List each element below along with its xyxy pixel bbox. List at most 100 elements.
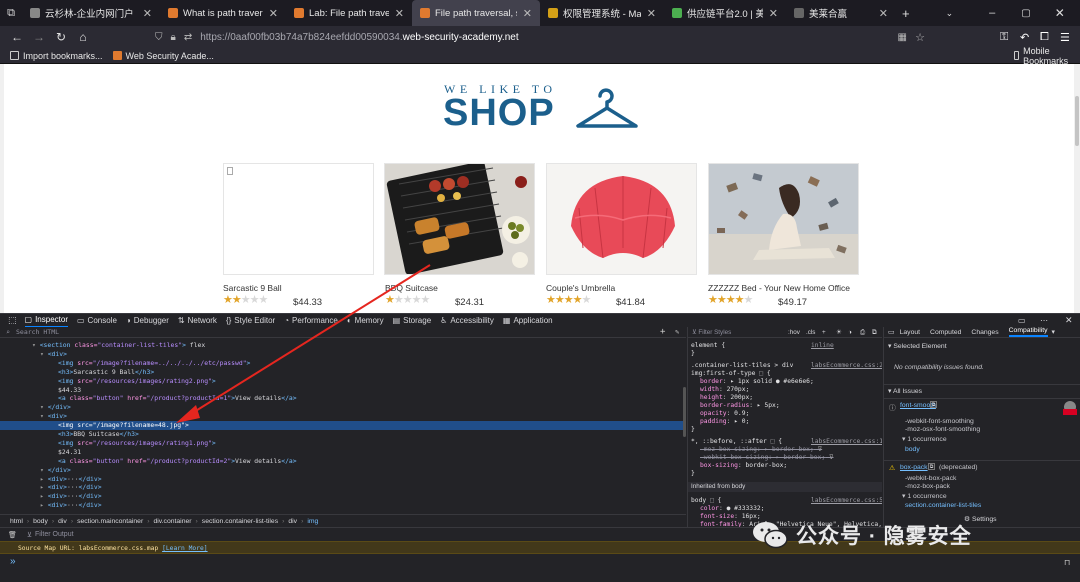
css-declaration[interactable]: width: 270px; [700, 386, 749, 394]
hov-toggle[interactable]: :hov [788, 327, 800, 338]
devtools-tab-application[interactable]: ▦ Application [503, 316, 553, 325]
add-rule-icon[interactable]: + [822, 327, 826, 338]
learn-more-link[interactable]: [Learn More] [162, 545, 208, 552]
expand-toggle-icon[interactable]: ▸ [40, 501, 48, 509]
layout-panel-icon[interactable]: ▭ [888, 328, 895, 336]
css-selector[interactable]: *, ::before, ::after ⬚ {labsEcommerce.cs… [691, 438, 882, 446]
light-mode-icon[interactable]: ☀ [836, 327, 842, 338]
markup-node[interactable]: ▸ <div>···</div> [0, 492, 686, 501]
markup-node[interactable]: $44.33 [0, 386, 686, 395]
filter-rule-icon[interactable]: ⊽ [825, 454, 834, 461]
product-name[interactable]: Sarcastic 9 Ball [223, 283, 282, 293]
css-property[interactable]: opacity [700, 410, 727, 417]
devtools-tab-inspector[interactable]: ▢ Inspector [24, 314, 68, 328]
markup-node[interactable]: <h3>Sarcastic 9 Ball</h3> [0, 368, 686, 377]
mobile-bookmarks[interactable]: Mobile Bookmarks [1014, 46, 1080, 66]
lock-icon[interactable]: 🔒︎ [171, 32, 176, 43]
css-value[interactable]: ▸ 5px; [757, 402, 780, 409]
markup-node[interactable]: <img src="/resources/images/rating1.png"… [0, 439, 686, 448]
expand-toggle-icon[interactable]: ▾ [32, 341, 40, 349]
devtools-tab-console[interactable]: ▭ Console [77, 316, 117, 325]
devtools-tab-style-editor[interactable]: {} Style Editor [226, 316, 275, 325]
close-tab-icon[interactable]: ✕ [763, 7, 778, 20]
css-property[interactable]: padding [700, 418, 727, 425]
markup-node[interactable]: <a class="button" href="/product?product… [0, 394, 686, 403]
markup-node[interactable]: ▾ <section class="container-list-tiles">… [0, 341, 686, 350]
browser-tab[interactable]: 供应链平台2.0 | 美莱网✕ [664, 0, 786, 26]
tab-compatibility[interactable]: Compatibility [1008, 327, 1048, 337]
css-property[interactable]: height [700, 394, 723, 401]
css-source-link[interactable]: inline [811, 342, 834, 350]
css-property[interactable]: font-size [700, 513, 734, 520]
css-declaration-overridden[interactable]: -moz-box-sizing: ▸ border-box; ⊽ [700, 446, 822, 454]
occurrence-toggle[interactable]: ▾ 1 occurrence [902, 492, 947, 500]
devtools-tab-memory[interactable]: ◐ Memory [347, 316, 384, 325]
css-value[interactable]: 0.9; [734, 410, 749, 417]
console-editor-icon[interactable]: ⊓ [1064, 558, 1070, 567]
list-tabs-icon[interactable]: ⌄ [946, 8, 954, 19]
home-icon[interactable]: ⌂ [72, 30, 94, 44]
css-value[interactable]: border-box; [746, 462, 788, 469]
back-arrow-icon[interactable]: ← [6, 30, 28, 44]
product-name[interactable]: BBQ Suitcase [385, 283, 438, 293]
css-declaration-overridden[interactable]: -webkit-box-sizing: ▸ border-box; ⊽ [700, 454, 834, 462]
browser-tab[interactable]: File path traversal, simple ca✕ [412, 0, 540, 26]
expand-toggle-icon[interactable]: ▾ [40, 412, 48, 420]
close-tab-icon[interactable]: ✕ [389, 7, 404, 20]
all-issues-header[interactable]: ▾ All Issues [888, 387, 922, 395]
print-icon[interactable]: ⎙ [860, 327, 865, 338]
permissions-icon[interactable]: ⇄ [184, 32, 192, 43]
css-value[interactable]: ▸ 0; [734, 418, 749, 425]
breadcrumb-item[interactable]: div [58, 518, 67, 525]
css-value[interactable]: 16px; [742, 513, 761, 520]
element-picker-icon[interactable]: ⬚ [8, 315, 17, 326]
markup-node[interactable]: ▾ <div> [0, 350, 686, 359]
expand-toggle-icon[interactable]: ▾ [40, 350, 48, 358]
expand-toggle-icon[interactable]: ▾ [40, 403, 48, 411]
devtools-close-icon[interactable]: ✕ [1065, 315, 1073, 326]
reload-icon[interactable]: ↻ [50, 30, 72, 44]
issue-name[interactable]: box-pack [900, 464, 928, 471]
app-menu-icon[interactable]: ☰ [1060, 31, 1070, 44]
eyedropper-icon[interactable]: ✎ [675, 328, 679, 336]
breadcrumb-item[interactable]: body [33, 518, 48, 525]
devtools-tab-debugger[interactable]: ◑ Debugger [126, 316, 169, 325]
close-tab-icon[interactable]: ✕ [517, 7, 532, 20]
extension-icon[interactable]: ⚿ [1000, 31, 1008, 44]
css-property[interactable]: color [700, 505, 719, 512]
close-tab-icon[interactable]: ✕ [641, 7, 656, 20]
search-html-input[interactable]: ⌕ Search HTML [0, 327, 686, 338]
bookmark-import[interactable]: Import bookmarks... [10, 51, 103, 61]
css-declaration[interactable]: opacity: 0.9; [700, 410, 749, 418]
product-image-bbq-suitcase[interactable] [384, 163, 535, 275]
occurrence-node[interactable]: section.container-list-tiles [905, 502, 981, 509]
product-image-zzzzzz-bed[interactable] [708, 163, 859, 275]
devtools-options-icon[interactable]: ⋯ [1040, 316, 1048, 325]
markup-node[interactable]: ▸ <div>···</div> [0, 475, 686, 484]
tab-changes[interactable]: Changes [971, 329, 998, 336]
markup-node[interactable]: <a class="button" href="/product?product… [0, 457, 686, 466]
selected-element-header[interactable]: ▾ Selected Element [888, 342, 947, 350]
close-tab-icon[interactable]: ✕ [137, 7, 152, 20]
devtools-dock-icon[interactable]: ▭ [1018, 316, 1026, 325]
css-selector[interactable]: .container-list-tiles > div labsEcommerce… [691, 362, 882, 370]
css-value[interactable]: 200px; [730, 394, 753, 401]
markup-node[interactable]: <img src="/image?filename=../../../../et… [0, 359, 686, 368]
page-scrollbar-thumb[interactable] [1075, 96, 1079, 146]
expand-toggle-icon[interactable]: ▸ [40, 483, 48, 491]
dark-mode-icon[interactable]: ◑ [848, 327, 852, 338]
css-property[interactable]: box-sizing [700, 462, 738, 469]
css-value[interactable]: ▸ 1px solid ● #e6e6e6; [730, 378, 813, 385]
docs-icon[interactable]: ⧉ [930, 401, 937, 408]
product-name[interactable]: ZZZZZZ Bed - Your New Home Office [708, 283, 850, 293]
extensions-puzzle-icon[interactable]: ⧠ [1040, 31, 1049, 44]
expand-toggle-icon[interactable]: ▸ [40, 492, 48, 500]
product-image-broken[interactable] [223, 163, 374, 275]
css-declaration[interactable]: padding: ▸ 0; [700, 418, 749, 426]
product-image-couples-umbrella[interactable] [546, 163, 697, 275]
css-declaration[interactable]: border-radius: ▸ 5px; [700, 402, 780, 410]
occurrence-toggle[interactable]: ▾ 1 occurrence [902, 435, 947, 443]
product-name[interactable]: Couple's Umbrella [546, 283, 615, 293]
close-tab-icon[interactable]: ✕ [263, 7, 278, 20]
breadcrumb-item[interactable]: section.maincontainer [77, 518, 143, 525]
